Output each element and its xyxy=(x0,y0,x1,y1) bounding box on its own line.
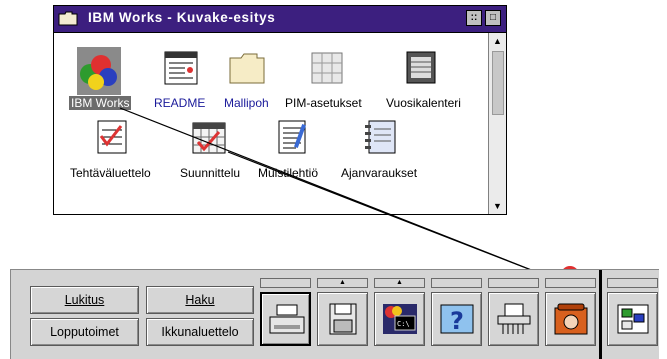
lukitus-button[interactable]: Lukitus xyxy=(30,286,139,314)
tray-tab-2[interactable]: ▲ xyxy=(317,278,368,288)
window-list-button[interactable] xyxy=(607,292,658,346)
haku-button[interactable]: Haku xyxy=(146,286,254,314)
floppy-disk-button[interactable] xyxy=(317,292,368,346)
drag-line-lower xyxy=(227,151,563,283)
tray-tab-3[interactable]: ▲ xyxy=(374,278,425,288)
floppy-disk-icon xyxy=(329,303,357,335)
tray-tab-6[interactable] xyxy=(545,278,596,288)
ikkunaluettelo-button[interactable]: Ikkunaluettelo xyxy=(146,318,254,346)
tray-tab-4[interactable] xyxy=(431,278,482,288)
telephone-button[interactable] xyxy=(545,292,596,346)
shredder-button[interactable] xyxy=(488,292,539,346)
telephone-icon xyxy=(554,303,588,335)
svg-text:?: ? xyxy=(450,307,464,335)
tray-tab-5[interactable] xyxy=(488,278,539,288)
tray-tab-1[interactable] xyxy=(260,278,311,288)
svg-text:C:\: C:\ xyxy=(397,320,410,328)
help-icon: ? xyxy=(440,304,474,335)
command-prompt-icon: C:\ xyxy=(383,304,417,334)
printer-icon xyxy=(269,304,305,334)
tray-tab-7[interactable] xyxy=(607,278,658,288)
window-list-icon xyxy=(617,304,649,334)
help-button[interactable]: ? xyxy=(431,292,482,346)
printer-button[interactable] xyxy=(260,292,311,346)
lopputoimet-button[interactable]: Lopputoimet xyxy=(30,318,139,346)
shredder-icon xyxy=(497,303,531,334)
command-prompt-button[interactable]: C:\ xyxy=(374,292,425,346)
launch-tray: Lukitus Haku Lopputoimet Ikkunaluettelo … xyxy=(10,269,659,359)
tray-divider xyxy=(599,270,602,359)
